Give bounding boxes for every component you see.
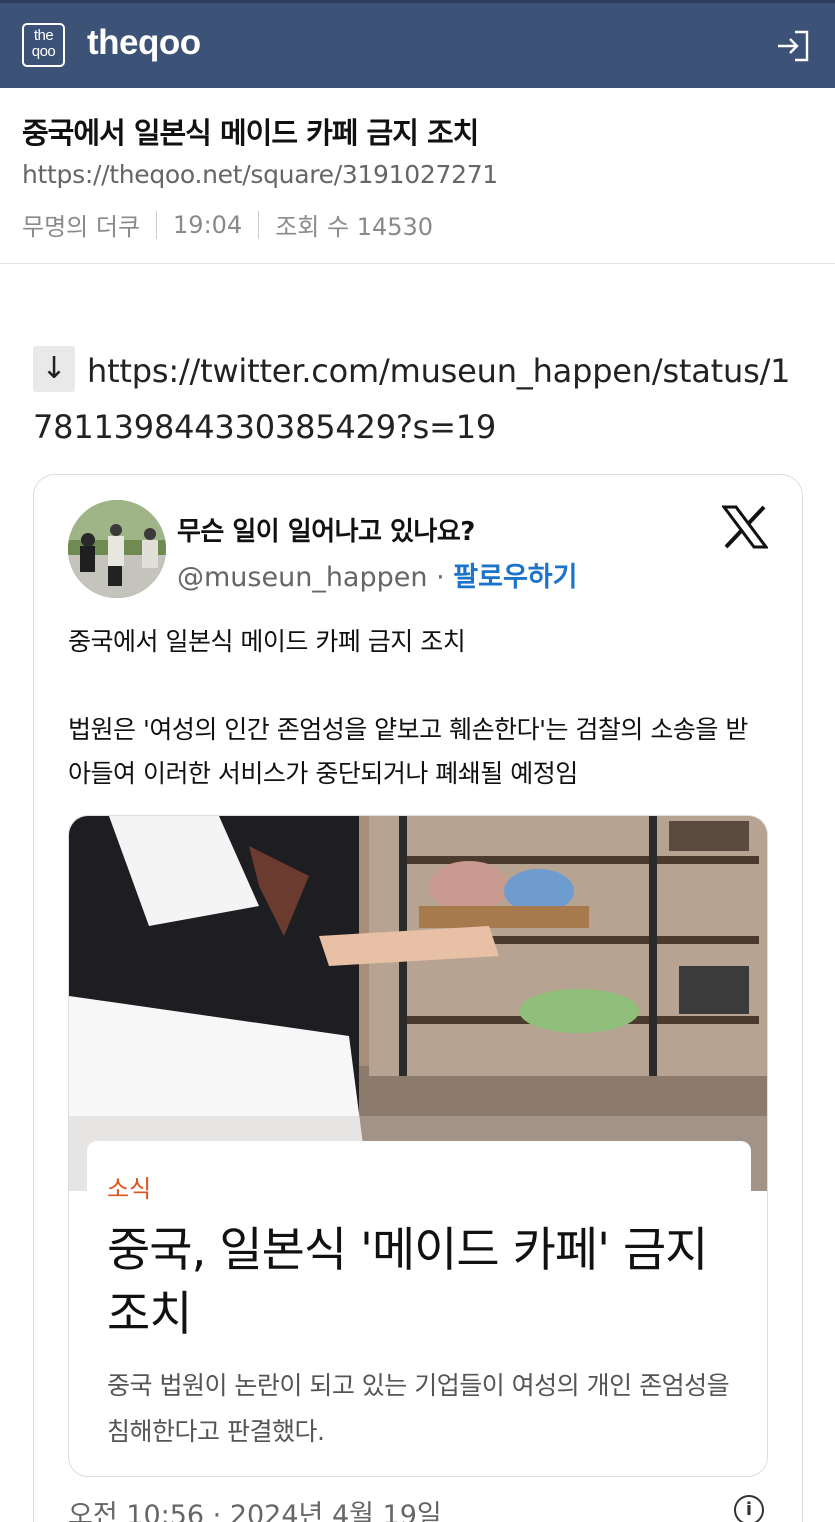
- news-category: 소식: [107, 1175, 152, 1203]
- tweet-display-name[interactable]: 무슨 일이 일어나고 있나요?: [177, 511, 475, 548]
- meta-separator: [258, 210, 260, 239]
- twitter-link[interactable]: https://twitter.com/museun_happen/status…: [33, 343, 803, 455]
- brand-name[interactable]: theqoo: [87, 23, 201, 63]
- theqoo-logo[interactable]: the qoo: [22, 23, 65, 67]
- tweet-handle[interactable]: @museun_happen: [177, 562, 427, 593]
- link-preview-card[interactable]: 소식 중국, 일본식 '메이드 카페' 금지 조치 중국 법원이 논란이 되고 …: [68, 815, 768, 1477]
- post-meta: 무명의 더쿠 19:04 조회 수 14530: [22, 207, 433, 242]
- header-divider: [0, 263, 835, 264]
- tweet-text-line: 중국에서 일본식 메이드 카페 금지 조치: [68, 627, 466, 656]
- tweet-card[interactable]: 무슨 일이 일어나고 있나요? @museun_happen · 팔로우하기 중…: [33, 474, 803, 1522]
- post-views: 조회 수 14530: [275, 213, 434, 241]
- tweet-date[interactable]: 오전 10:56 · 2024년 4월 19일: [68, 1493, 442, 1522]
- news-preview-box: 소식 중국, 일본식 '메이드 카페' 금지 조치 중국 법원이 논란이 되고 …: [87, 1141, 751, 1476]
- meta-separator: [156, 210, 158, 239]
- post-author: 무명의 더쿠: [22, 213, 141, 241]
- post-title: 중국에서 일본식 메이드 카페 금지 조치: [22, 116, 479, 150]
- news-photo: [69, 816, 767, 1191]
- tweet-text: 중국에서 일본식 메이드 카페 금지 조치 법원은 '여성의 인간 존엄성을 얕…: [68, 620, 768, 840]
- post-url[interactable]: https://theqoo.net/square/3191027271: [22, 160, 498, 189]
- news-description: 중국 법원이 논란이 되고 있는 기업들이 여성의 개인 존엄성을 침해한다고 …: [107, 1371, 730, 1446]
- tweet-text-line: 법원은 '여성의 인간 존엄성을 얕보고 훼손한다'는 검찰의 소송을 받아들여…: [68, 715, 748, 788]
- follow-link[interactable]: 팔로우하기: [453, 562, 577, 593]
- info-icon[interactable]: i: [734, 1495, 764, 1522]
- login-icon[interactable]: [775, 29, 811, 63]
- top-bar: the qoo theqoo: [0, 0, 835, 88]
- post-time: 19:04: [173, 210, 243, 239]
- handle-separator: ·: [436, 562, 445, 593]
- x-logo-icon[interactable]: [722, 505, 768, 549]
- news-headline[interactable]: 중국, 일본식 '메이드 카페' 금지 조치: [107, 1219, 737, 1347]
- tweet-handle-line: @museun_happen · 팔로우하기: [177, 555, 577, 594]
- avatar[interactable]: [68, 500, 166, 598]
